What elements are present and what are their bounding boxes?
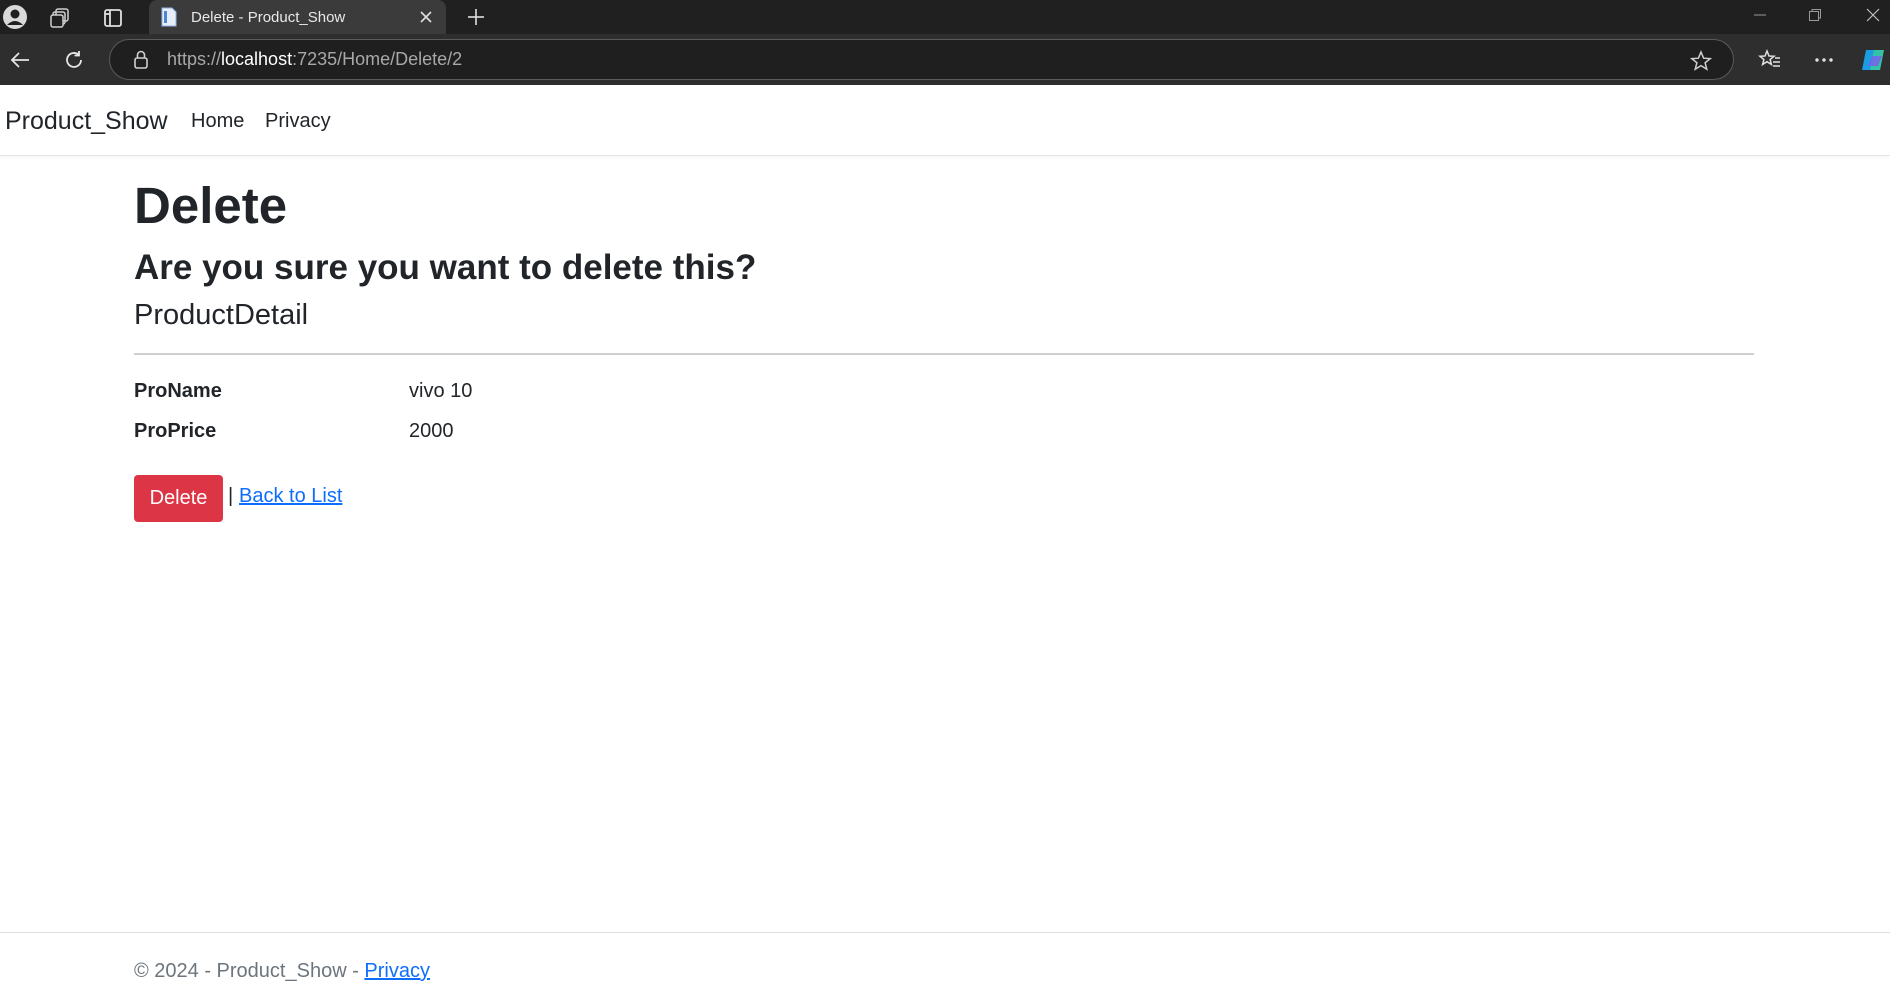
back-arrow-icon[interactable] <box>4 44 36 76</box>
divider <box>134 353 1754 355</box>
url-text[interactable]: https://localhost:7235/Home/Delete/2 <box>167 49 462 70</box>
footer: © 2024 - Product_Show - Privacy <box>134 960 430 983</box>
back-to-list-link[interactable]: Back to List <box>239 485 342 508</box>
field-value-proprice: 2000 <box>409 420 454 442</box>
nav-link-home[interactable]: Home <box>191 110 244 133</box>
window-close-icon[interactable] <box>1858 2 1888 28</box>
browser-tab-strip: Delete - Product_Show <box>0 0 1890 34</box>
url-path: :7235/Home/Delete/2 <box>292 49 463 69</box>
footer-privacy-link[interactable]: Privacy <box>364 960 430 982</box>
browser-tab-active[interactable]: Delete - Product_Show <box>149 0 446 34</box>
page-title: Delete <box>134 177 288 234</box>
url-host: localhost <box>221 49 293 69</box>
minimize-icon[interactable] <box>1745 2 1775 28</box>
page-icon <box>159 7 179 27</box>
favorite-star-icon[interactable] <box>1689 49 1713 73</box>
tab-actions-icon[interactable] <box>100 5 126 31</box>
more-options-icon[interactable] <box>1808 44 1840 76</box>
field-label-proname: ProName <box>134 380 222 402</box>
url-scheme: https:// <box>167 49 222 69</box>
workspaces-icon[interactable] <box>48 5 74 31</box>
favorites-icon[interactable] <box>1754 44 1786 76</box>
lock-icon[interactable] <box>131 49 151 71</box>
site-navbar: Product_Show Home Privacy <box>0 85 1890 156</box>
field-label-proprice: ProPrice <box>134 420 217 442</box>
new-tab-icon[interactable] <box>460 1 492 33</box>
reload-icon[interactable] <box>58 44 90 76</box>
close-tab-icon[interactable] <box>414 5 438 29</box>
field-value-proname: vivo 10 <box>409 380 473 402</box>
footer-copyright: © 2024 - Product_Show - <box>134 960 365 982</box>
tab-title: Delete - Product_Show <box>191 8 346 26</box>
restore-icon[interactable] <box>1800 2 1830 28</box>
delete-button[interactable]: Delete <box>134 475 223 522</box>
action-separator: | <box>228 485 234 507</box>
copilot-icon[interactable] <box>1858 44 1890 76</box>
profile-icon[interactable] <box>0 2 30 32</box>
nav-link-privacy[interactable]: Privacy <box>265 110 331 133</box>
footer-divider <box>0 932 1890 933</box>
address-bar[interactable]: https://localhost:7235/Home/Delete/2 <box>109 39 1734 80</box>
navbar-brand[interactable]: Product_Show <box>5 107 168 136</box>
section-heading: ProductDetail <box>134 299 309 331</box>
confirm-question: Are you sure you want to delete this? <box>134 248 757 287</box>
browser-toolbar: https://localhost:7235/Home/Delete/2 <box>0 34 1890 85</box>
